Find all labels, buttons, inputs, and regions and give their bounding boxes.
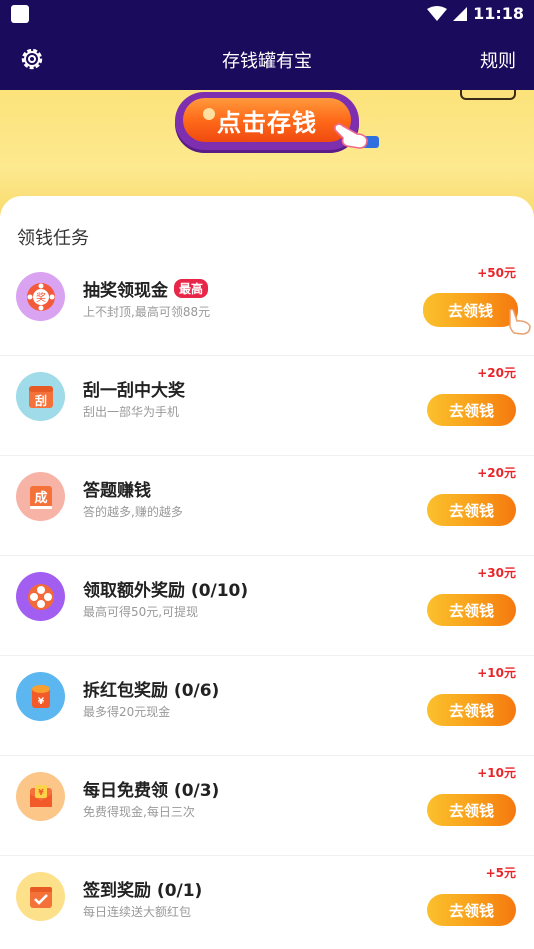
task-description: 每日连续送大额红包 — [83, 905, 192, 919]
task-description: 上不封顶,最高可领88元 — [83, 305, 211, 319]
task-reward: +20元 — [477, 466, 516, 480]
notification-app-icon — [11, 5, 29, 23]
task-card: 领钱任务 奖 抽奖领现金 最高 上不封顶,最高可领88元 +50元 去领钱 刮 … — [0, 196, 534, 949]
pointing-hand-icon — [509, 308, 531, 335]
task-title: 领取额外奖励 (0/10) — [83, 581, 249, 601]
task-title: 刮一刮中大奖 — [83, 381, 185, 401]
task-list: 奖 抽奖领现金 最高 上不封顶,最高可领88元 +50元 去领钱 刮 刮一刮中大… — [0, 256, 534, 949]
wifi-icon — [427, 5, 448, 21]
task-row: ¥ 每日免费领 (0/3) 免费得现金,每日三次 +10元 去领钱 — [0, 756, 534, 856]
task-description: 刮出一部华为手机 — [83, 405, 180, 419]
top-badge: 最高 — [174, 279, 209, 298]
task-reward: +20元 — [477, 366, 516, 380]
svg-text:成: 成 — [34, 490, 47, 506]
task-reward: +5元 — [485, 866, 516, 880]
svg-text:奖: 奖 — [36, 291, 46, 304]
deposit-button[interactable]: 点击存钱 — [183, 98, 351, 142]
task-row: ¥ 拆红包奖励 (0/6) 最多得20元现金 +10元 去领钱 — [0, 656, 534, 756]
bonus-reel-icon — [16, 572, 65, 621]
red-packet-icon: ¥ — [16, 672, 65, 721]
decoration — [460, 90, 516, 100]
lottery-wheel-icon: 奖 — [16, 272, 65, 321]
scratch-card-icon: 刮 — [16, 372, 65, 421]
task-description: 最多得20元现金 — [83, 705, 171, 719]
page-title: 存钱罐有宝 — [222, 51, 312, 72]
status-bar: 11:18 — [0, 0, 534, 30]
quiz-icon: 成 — [16, 472, 65, 521]
task-description: 最高可得50元,可提现 — [83, 605, 199, 619]
status-time: 11:18 — [473, 4, 524, 23]
task-row: 奖 抽奖领现金 最高 上不封顶,最高可领88元 +50元 去领钱 — [0, 256, 534, 356]
claim-button[interactable]: 去领钱 — [427, 894, 516, 926]
svg-text:¥: ¥ — [37, 697, 44, 707]
glint-decoration — [203, 108, 215, 120]
calendar-check-icon — [16, 872, 65, 921]
claim-button[interactable]: 去领钱 — [427, 794, 516, 826]
section-title: 领钱任务 — [17, 228, 89, 249]
deposit-button-label: 点击存钱 — [217, 108, 317, 137]
task-reward: +10元 — [477, 666, 516, 680]
task-description: 答的越多,赚的越多 — [83, 505, 183, 519]
task-row: 成 答题赚钱 答的越多,赚的越多 +20元 去领钱 — [0, 456, 534, 556]
rules-link[interactable]: 规则 — [480, 47, 516, 73]
task-row: 刮 刮一刮中大奖 刮出一部华为手机 +20元 去领钱 — [0, 356, 534, 456]
task-reward: +30元 — [477, 566, 516, 580]
claim-button[interactable]: 去领钱 — [427, 494, 516, 526]
svg-text:刮: 刮 — [34, 393, 46, 408]
task-row: 领取额外奖励 (0/10) 最高可得50元,可提现 +30元 去领钱 — [0, 556, 534, 656]
task-title: 抽奖领现金 — [83, 281, 168, 301]
envelope-yen-icon: ¥ — [16, 772, 65, 821]
claim-button[interactable]: 去领钱 — [427, 594, 516, 626]
claim-button[interactable]: 去领钱 — [427, 394, 516, 426]
task-title: 拆红包奖励 (0/6) — [83, 681, 220, 701]
app-bar: 存钱罐有宝 规则 — [0, 30, 534, 90]
pointing-hand-icon — [334, 123, 379, 149]
task-reward: +10元 — [477, 766, 516, 780]
signal-icon — [453, 6, 468, 21]
task-reward: +50元 — [477, 266, 516, 280]
task-row: 签到奖励 (0/1) 每日连续送大额红包 +5元 去领钱 — [0, 856, 534, 949]
claim-button[interactable]: 去领钱 — [427, 694, 516, 726]
task-title: 每日免费领 (0/3) — [83, 781, 220, 801]
task-title: 签到奖励 (0/1) — [83, 881, 203, 901]
svg-text:¥: ¥ — [38, 788, 44, 797]
task-title: 答题赚钱 — [83, 481, 151, 501]
task-description: 免费得现金,每日三次 — [83, 805, 195, 819]
